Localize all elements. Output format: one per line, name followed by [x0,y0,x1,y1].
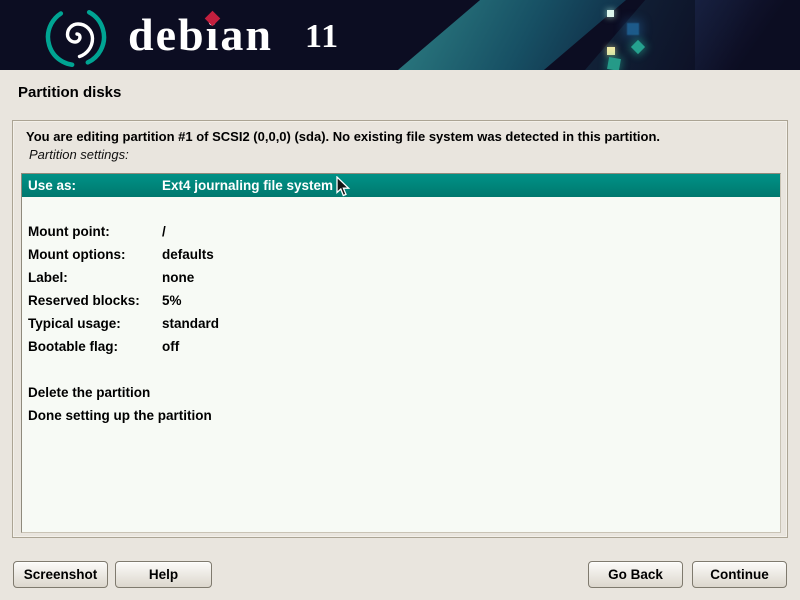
item-value: 5% [162,293,780,308]
question-subtitle: Partition settings: [29,147,129,162]
go-back-button[interactable]: Go Back [588,561,683,588]
list-item[interactable]: Bootable flag:off [22,335,780,358]
list-item[interactable]: Mount point:/ [22,220,780,243]
help-button[interactable]: Help [115,561,212,588]
item-value: / [162,224,780,239]
list-item[interactable]: Done setting up the partition [22,404,780,427]
list-item[interactable]: Reserved blocks:5% [22,289,780,312]
list-item[interactable]: Typical usage:standard [22,312,780,335]
question-info: You are editing partition #1 of SCSI2 (0… [26,129,781,144]
list-item[interactable]: Label:none [22,266,780,289]
list-item[interactable]: Use as:Ext4 journaling file system [22,174,780,197]
settings-list: Use as:Ext4 journaling file system Mount … [21,173,781,533]
debian-logo-icon [44,5,108,69]
list-spacer [22,197,780,220]
item-label: Use as: [22,178,162,193]
item-label: Label: [22,270,162,285]
list-item[interactable]: Mount options:defaults [22,243,780,266]
item-label: Delete the partition [22,385,162,400]
brand-name: debian [128,9,273,60]
header-banner: debian 11 [0,0,800,70]
item-label: Typical usage: [22,316,162,331]
decor-square [607,10,614,17]
brand-wordmark: debian [128,12,273,58]
mouse-cursor-icon [336,176,352,203]
question-frame: You are editing partition #1 of SCSI2 (0… [12,120,788,538]
item-value: standard [162,316,780,331]
screenshot-button[interactable]: Screenshot [13,561,108,588]
banner-decoration-band [398,0,626,70]
decor-square [627,23,639,35]
item-label: Mount options: [22,247,162,262]
item-value: off [162,339,780,354]
page-title: Partition disks [18,84,121,101]
decor-square [607,47,615,55]
item-label: Reserved blocks: [22,293,162,308]
brand-version: 11 [305,20,339,54]
installer-window: debian 11 Partition disks You are editin… [0,0,800,600]
list-spacer [22,358,780,381]
decor-square [607,57,621,70]
item-value: none [162,270,780,285]
item-label: Done setting up the partition [22,408,162,423]
banner-decoration-band [695,0,800,70]
item-label: Mount point: [22,224,162,239]
item-value: defaults [162,247,780,262]
item-value: Ext4 journaling file system [162,178,780,193]
list-item[interactable]: Delete the partition [22,381,780,404]
continue-button[interactable]: Continue [692,561,787,588]
item-label: Bootable flag: [22,339,162,354]
